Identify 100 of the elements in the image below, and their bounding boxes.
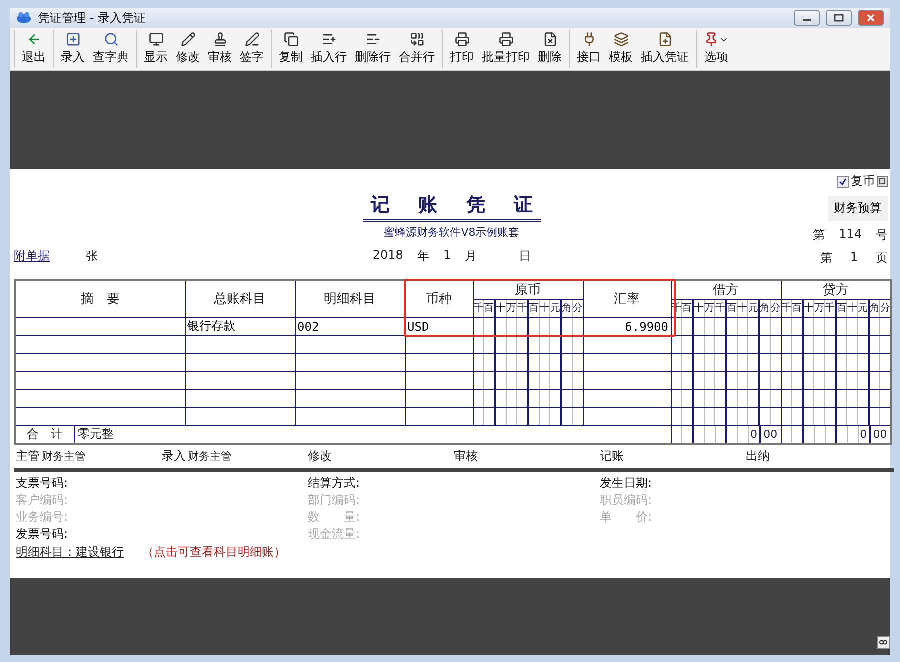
- toolbar-button[interactable]: 模板: [605, 30, 637, 68]
- digit-label: 百: [529, 300, 540, 317]
- attachments-link[interactable]: 附单据: [14, 248, 50, 265]
- voucher-subtitle: 蜜蜂源财务软件V8示例账套: [384, 225, 520, 240]
- digit-label: 十: [738, 300, 748, 317]
- toolbar-button[interactable]: 批量打印: [478, 30, 534, 68]
- year-label: 年: [417, 248, 430, 265]
- signature-value: 财务主管: [42, 449, 86, 464]
- pin-icon: [704, 32, 719, 47]
- digit-label: 元: [748, 300, 760, 317]
- digit-label: 分: [770, 302, 781, 316]
- stamp-icon: [212, 32, 228, 47]
- field-label: 单 价:: [600, 509, 654, 526]
- field-label: 结算方式:: [308, 475, 362, 492]
- list-minus-icon: [366, 32, 380, 47]
- field-label: 职员编码:: [600, 492, 654, 509]
- attachments-unit: 张: [86, 248, 98, 265]
- digit-label: 十: [804, 300, 814, 317]
- maximize-button[interactable]: [826, 10, 852, 26]
- monitor-icon: [148, 32, 164, 47]
- signature-value: 财务主管: [188, 449, 232, 464]
- toolbar-button[interactable]: 合并行: [395, 30, 439, 68]
- field-label: 数 量:: [308, 509, 362, 526]
- digit-label: 百: [682, 300, 694, 317]
- digit-label: 十: [694, 300, 705, 317]
- digit-label: 百: [792, 300, 804, 317]
- year-value: 2018: [372, 248, 404, 264]
- amount-digit: 00: [762, 427, 779, 443]
- amount-digit: 0: [858, 426, 870, 443]
- search-icon: [104, 32, 118, 47]
- total-words: 零元整: [77, 426, 114, 443]
- digit-label: 角: [870, 300, 880, 317]
- digit-label: 十: [540, 300, 550, 317]
- toolbar-button[interactable]: 插入凭证: [637, 30, 693, 68]
- hint-text: （点击可查看科目明细账）: [142, 544, 286, 561]
- printer-icon: [454, 32, 470, 47]
- column-header: 借方: [671, 280, 781, 300]
- toolbar-button[interactable]: 插入行: [307, 30, 351, 68]
- merge-icon: [410, 32, 424, 47]
- signature-label: 记账: [600, 448, 624, 465]
- column-header: 汇率: [583, 280, 671, 318]
- toolbar-button[interactable]: 修改: [172, 30, 204, 68]
- month-value: 1: [443, 248, 452, 264]
- digit-label: 角: [562, 300, 573, 317]
- column-header: 币种: [405, 280, 473, 318]
- amount-digit: 0: [749, 426, 761, 443]
- toolbar-button[interactable]: 退出: [18, 30, 50, 68]
- digit-label: 十: [847, 300, 858, 317]
- app-icon: [16, 12, 32, 24]
- field-label: 发票号码:: [16, 526, 70, 543]
- table-cell: USD: [405, 318, 473, 336]
- signature-label: 录入: [162, 448, 186, 465]
- minimize-button[interactable]: [794, 10, 820, 26]
- dual-currency-checkbox[interactable]: [837, 176, 849, 188]
- digit-label: 百: [484, 300, 496, 317]
- pencil-icon: [180, 32, 196, 47]
- field-label: 业务编号:: [16, 509, 70, 526]
- field-label: 部门编码:: [308, 492, 362, 509]
- maximize-icon: [834, 14, 844, 22]
- column-header: 贷方: [781, 280, 891, 300]
- toolbar-button[interactable]: 打印: [446, 30, 478, 68]
- total-label: 合 计: [16, 426, 75, 443]
- dual-currency-label: 复币: [851, 173, 875, 190]
- toolbar-button[interactable]: 删除行: [351, 30, 395, 68]
- page-prefix: 第: [820, 250, 832, 267]
- digit-label: 百: [836, 300, 848, 317]
- layers-icon: [614, 32, 628, 47]
- printer-icon: [498, 32, 514, 47]
- toolbar-button[interactable]: 显示: [140, 30, 172, 68]
- digit-label: 万: [506, 300, 518, 317]
- close-button[interactable]: [858, 10, 884, 26]
- page-suffix: 页: [876, 250, 888, 267]
- digit-label: 千: [825, 300, 837, 317]
- detail-account-link[interactable]: 明细科目：建设银行: [16, 544, 124, 561]
- digit-label: 元: [858, 300, 870, 317]
- toolbar-button[interactable]: 复制: [275, 30, 307, 68]
- link-icon: [877, 636, 890, 649]
- digit-label: 分: [572, 302, 583, 316]
- toolbar-button[interactable]: 选项: [700, 30, 733, 68]
- field-label: 支票号码:: [16, 475, 70, 492]
- day-label: 日: [519, 248, 532, 265]
- toolbar-button[interactable]: 接口: [573, 30, 605, 68]
- panel-icon: [877, 176, 888, 187]
- toolbar-button[interactable]: 查字典: [89, 30, 133, 68]
- toolbar-button[interactable]: 删除: [534, 30, 566, 68]
- file-x-icon: [542, 32, 558, 47]
- signature-label: 修改: [308, 448, 332, 465]
- column-header: 总账科目: [185, 280, 295, 318]
- number-suffix: 号: [876, 227, 888, 244]
- toolbar-button[interactable]: 签字: [236, 30, 268, 68]
- budget-button[interactable]: 财务预算: [828, 196, 888, 221]
- digit-label: 万: [814, 300, 826, 317]
- page-number: 1: [849, 250, 859, 266]
- close-icon: [866, 14, 876, 22]
- file-plus-icon: [658, 32, 672, 47]
- signature-label: 审核: [454, 448, 478, 465]
- digit-label: 元: [550, 300, 562, 317]
- toolbar-button[interactable]: 审核: [204, 30, 236, 68]
- toolbar-button[interactable]: 录入: [57, 30, 89, 68]
- voucher-title: 记 账 凭 证: [363, 192, 541, 222]
